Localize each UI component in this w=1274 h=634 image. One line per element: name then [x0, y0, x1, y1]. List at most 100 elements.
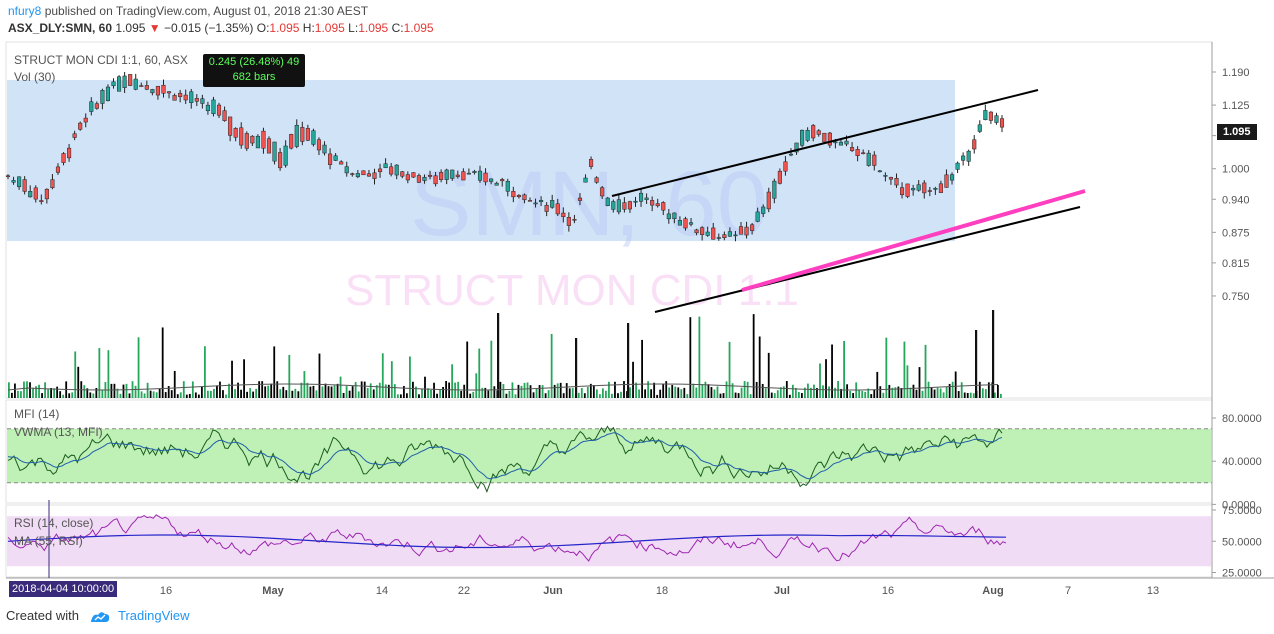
volume-bar: [541, 385, 544, 398]
candle-body: [450, 169, 455, 179]
candle-body: [972, 139, 977, 150]
volume-bar: [381, 353, 384, 398]
volume-bar: [200, 386, 203, 398]
volume-spike: [497, 313, 500, 398]
volume-bar: [297, 391, 300, 398]
volume-bar: [903, 341, 906, 398]
volume-bar: [677, 387, 680, 398]
candle-body: [55, 166, 61, 173]
volume-bar: [743, 381, 746, 398]
candle-body: [644, 197, 649, 200]
candle-body: [949, 174, 955, 181]
volume-bar: [779, 387, 782, 398]
volume-bar: [556, 383, 559, 398]
candle-body: [938, 183, 943, 193]
chart-canvas[interactable]: SMN, 60STRUCT MON CDI 1:11.1901.1251.065…: [0, 0, 1274, 634]
volume-bar: [225, 394, 227, 398]
volume-bar: [122, 384, 125, 398]
volume-bar: [653, 382, 656, 398]
volume-bar: [825, 359, 827, 398]
volume-bar: [357, 391, 360, 398]
volume-bar: [936, 387, 939, 398]
volume-bar: [390, 361, 393, 398]
volume-bar: [128, 393, 131, 398]
volume-bar: [517, 384, 520, 398]
volume-bar: [436, 393, 438, 398]
volume-bar: [852, 393, 855, 398]
volume-bar: [59, 391, 62, 398]
volume-bar: [933, 389, 936, 398]
time-axis-label: 7: [1065, 585, 1071, 597]
volume-bar: [656, 394, 659, 398]
volume-bar: [746, 381, 749, 398]
volume-bar: [41, 393, 43, 398]
candle-body: [788, 153, 794, 156]
volume-bar: [14, 383, 16, 398]
candle-body: [505, 180, 510, 192]
volume-bar: [481, 387, 484, 398]
volume-bar: [158, 388, 161, 398]
candle-body: [844, 140, 849, 145]
volume-bar: [532, 392, 535, 398]
candle-body: [200, 98, 205, 104]
tradingview-link[interactable]: TradingView: [118, 608, 190, 623]
candle-body: [988, 111, 993, 121]
volume-bar: [945, 386, 948, 398]
volume-bar: [791, 384, 794, 398]
candle-body: [400, 171, 405, 177]
volume-bar: [448, 382, 451, 398]
volume-bar: [668, 387, 671, 398]
volume-bar: [478, 348, 481, 398]
volume-bar: [773, 393, 776, 398]
candle-body: [228, 116, 233, 136]
candle-body: [833, 141, 838, 144]
volume-bar: [336, 383, 339, 398]
volume-bar: [514, 394, 517, 398]
candle-body: [733, 234, 738, 237]
volume-bar: [409, 356, 411, 398]
volume-bar: [641, 339, 643, 398]
volume-bar: [969, 392, 972, 398]
candle-body: [72, 133, 77, 138]
volume-bar: [399, 394, 402, 398]
candle-body: [172, 95, 177, 101]
candle-body: [166, 91, 172, 94]
candle-body: [5, 175, 11, 177]
price-axis-label: 0.875: [1222, 227, 1250, 239]
volume-bar: [207, 390, 209, 398]
candle-body: [133, 78, 138, 90]
candle-body: [777, 170, 782, 184]
volume-bar: [309, 386, 312, 398]
volume-bar: [927, 381, 930, 398]
volume-bar: [38, 384, 40, 398]
candle-body: [755, 211, 760, 222]
candle-body: [888, 177, 893, 180]
candle-body: [594, 177, 599, 183]
volume-bar: [996, 384, 999, 398]
time-axis-label: 16: [882, 585, 894, 597]
candle-body: [683, 218, 688, 229]
volume-bar: [26, 381, 28, 398]
volume-bar: [430, 389, 432, 398]
volume-bar: [819, 363, 821, 398]
volume-bar: [972, 393, 975, 398]
volume-bar: [571, 388, 574, 398]
candle-body: [61, 153, 66, 163]
candle-body: [44, 188, 49, 200]
candle-body: [194, 98, 199, 102]
rsi-axis-label: 75.0000: [1222, 505, 1262, 517]
candle-body: [494, 182, 499, 186]
candle-body: [305, 128, 310, 141]
candle-body: [616, 199, 621, 213]
volume-bar: [719, 393, 722, 398]
candle-body: [250, 135, 255, 144]
volume-bar: [993, 392, 996, 398]
volume-bar: [800, 393, 803, 398]
volume-bar: [529, 385, 532, 398]
candle-body: [561, 212, 566, 217]
volume-bar: [592, 385, 595, 398]
volume-bar: [698, 316, 701, 398]
candle-body: [711, 227, 716, 240]
volume-bar: [433, 382, 435, 398]
volume-bar: [294, 388, 297, 398]
